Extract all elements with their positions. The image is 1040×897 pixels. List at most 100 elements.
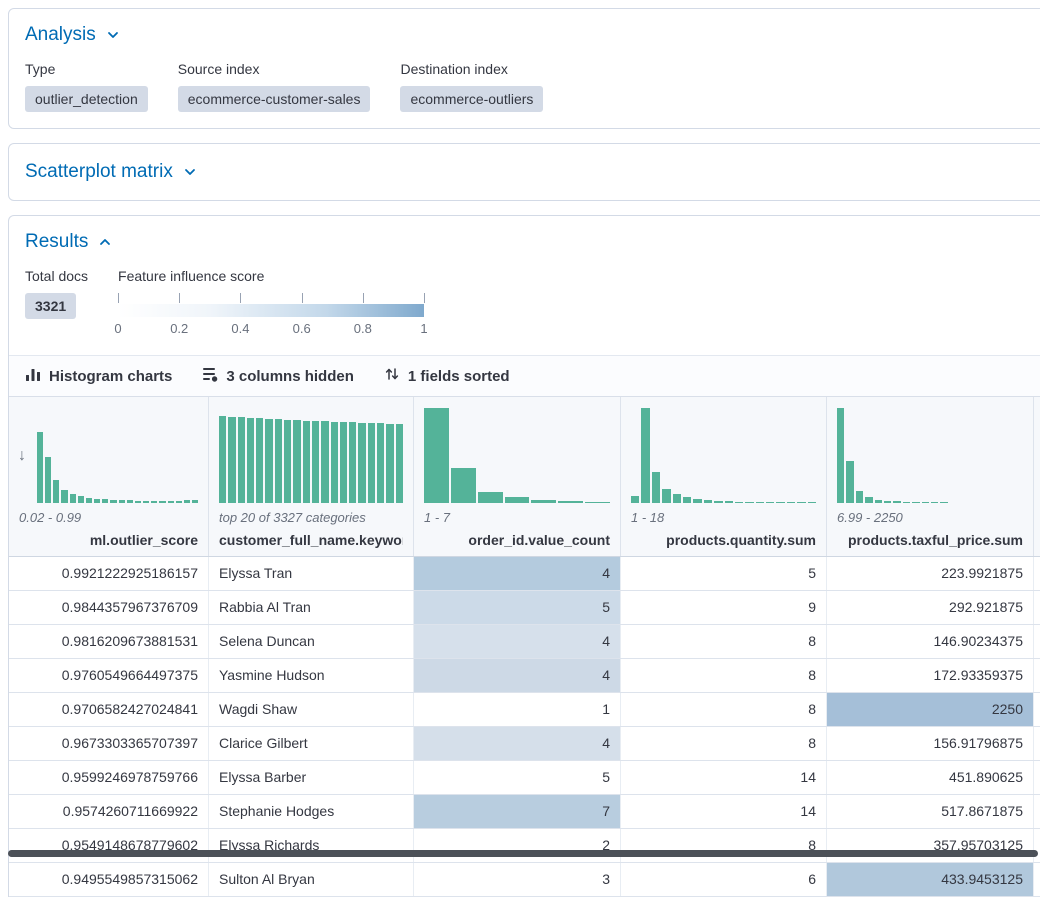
grid-cell[interactable]: 0.9599246978759766 [9, 761, 209, 794]
results-panel-title: Results [25, 230, 88, 254]
grid-cell[interactable]: Elyssa Tran [209, 557, 414, 590]
legend-tick [363, 293, 364, 303]
fields-sorted-label: 1 fields sorted [408, 368, 510, 385]
grid-cell[interactable]: 6 [621, 863, 827, 896]
total-docs-label: Total docs [25, 268, 88, 284]
grid-cell[interactable]: 0.9673303365707397 [9, 727, 209, 760]
column-histogram [219, 407, 403, 503]
horizontal-scrollbar[interactable] [8, 850, 1038, 857]
results-panel-toggle[interactable]: Results [25, 230, 1036, 254]
grid-cell[interactable]: 146.90234375 [827, 625, 1034, 658]
grid-cell[interactable]: Rabbia Al Tran [209, 591, 414, 624]
column-header-customer_full_name.keyword[interactable]: top 20 of 3327 categoriescustomer_full_n… [209, 397, 414, 556]
grid-cell[interactable]: 517.8671875 [827, 795, 1034, 828]
analysis-field-source-index: Source index ecommerce-customer-sales [178, 47, 371, 112]
columns-hidden-button[interactable]: 3 columns hidden [202, 366, 354, 386]
grid-cell[interactable]: 0.9816209673881531 [9, 625, 209, 658]
field-label: Source index [178, 61, 371, 77]
grid-cell[interactable]: 9 [621, 591, 827, 624]
grid-cell[interactable]: 4 [414, 625, 621, 658]
column-range-label: 0.02 - 0.99 [19, 510, 198, 525]
source-index-badge: ecommerce-customer-sales [178, 86, 371, 112]
grid-cell[interactable]: Stephanie Hodges [209, 795, 414, 828]
analysis-panel-toggle[interactable]: Analysis [25, 23, 1036, 47]
table-row: 0.9574260711669922Stephanie Hodges714517… [9, 795, 1040, 829]
grid-cell[interactable]: 223.9921875 [827, 557, 1034, 590]
grid-cell[interactable]: 0.9921222925186157 [9, 557, 209, 590]
grid-cell[interactable]: 8 [621, 829, 827, 862]
analysis-panel-title: Analysis [25, 23, 96, 47]
scatterplot-matrix-toggle[interactable]: Scatterplot matrix [25, 160, 1036, 184]
grid-cell[interactable]: Elyssa Barber [209, 761, 414, 794]
grid-cell[interactable]: 4 [414, 659, 621, 692]
column-range-label: 6.99 - 2250 [837, 510, 1023, 525]
analysis-panel: Analysis Type outlier_detection Source i… [8, 8, 1040, 129]
scatterplot-matrix-title: Scatterplot matrix [25, 160, 173, 184]
column-header-products.taxful_price.sum[interactable]: 6.99 - 2250products.taxful_price.sum [827, 397, 1034, 556]
grid-cell[interactable]: 3 [414, 863, 621, 896]
analysis-field-type: Type outlier_detection [25, 47, 148, 112]
results-stats: Total docs 3321 Feature influence score … [25, 268, 1036, 339]
grid-cell[interactable]: 5 [621, 557, 827, 590]
grid-cell[interactable]: 4 [414, 557, 621, 590]
legend-tick-label: 0 [114, 321, 121, 336]
legend-tick-label: 0.2 [170, 321, 188, 336]
legend-tick-label: 0.4 [231, 321, 249, 336]
chevron-down-icon [105, 27, 121, 43]
grid-cell[interactable]: 14 [621, 761, 827, 794]
analysis-field-destination-index: Destination index ecommerce-outliers [400, 47, 543, 112]
legend-tick [118, 293, 119, 303]
grid-cell[interactable]: 14 [621, 795, 827, 828]
grid-body: 0.9921222925186157Elyssa Tran45223.99218… [9, 557, 1040, 897]
legend-tick-label: 0.8 [354, 321, 372, 336]
grid-cell[interactable]: 156.91796875 [827, 727, 1034, 760]
grid-cell[interactable]: Yasmine Hudson [209, 659, 414, 692]
table-row: 0.9549148678779602Elyssa Richards28357.9… [9, 829, 1040, 863]
grid-cell[interactable]: 5 [414, 591, 621, 624]
grid-cell[interactable]: 8 [621, 659, 827, 692]
grid-cell[interactable]: Sulton Al Bryan [209, 863, 414, 896]
chevron-down-icon [182, 164, 198, 180]
grid-cell[interactable]: 1 [414, 693, 621, 726]
grid-cell[interactable]: 0.9549148678779602 [9, 829, 209, 862]
grid-cell[interactable]: Selena Duncan [209, 625, 414, 658]
grid-cell[interactable]: 433.9453125 [827, 863, 1034, 896]
grid-cell[interactable]: 451.890625 [827, 761, 1034, 794]
column-header-products.quantity.sum[interactable]: 1 - 18products.quantity.sum [621, 397, 827, 556]
grid-cell[interactable]: 8 [621, 727, 827, 760]
column-name: ml.outlier_score [19, 532, 198, 548]
grid-cell[interactable]: Elyssa Richards [209, 829, 414, 862]
feature-influence-legend: Feature influence score 00.20.40.60.81 [118, 268, 424, 339]
grid-cell[interactable]: Wagdi Shaw [209, 693, 414, 726]
column-header-ml.outlier_score[interactable]: ↓0.02 - 0.99ml.outlier_score [9, 397, 209, 556]
grid-cell[interactable]: 7 [414, 795, 621, 828]
grid-cell[interactable]: 2250 [827, 693, 1034, 726]
grid-cell[interactable]: 4 [414, 727, 621, 760]
grid-cell[interactable]: 292.921875 [827, 591, 1034, 624]
grid-cell[interactable]: 0.9706582427024841 [9, 693, 209, 726]
grid-cell[interactable]: 0.9574260711669922 [9, 795, 209, 828]
grid-cell[interactable]: 0.9760549664497375 [9, 659, 209, 692]
grid-cell[interactable]: 0.9495549857315062 [9, 863, 209, 896]
table-row: 0.9495549857315062Sulton Al Bryan36433.9… [9, 863, 1040, 897]
field-label: Destination index [400, 61, 543, 77]
table-row: 0.9844357967376709Rabbia Al Tran59292.92… [9, 591, 1040, 625]
grid-cell[interactable]: 2 [414, 829, 621, 862]
chevron-up-icon [97, 234, 113, 250]
grid-cell[interactable]: 8 [621, 625, 827, 658]
grid-cell[interactable]: 0.9844357967376709 [9, 591, 209, 624]
bar-chart-icon [25, 366, 41, 386]
histogram-charts-toggle[interactable]: Histogram charts [25, 366, 172, 386]
legend-tick [240, 293, 241, 303]
table-row: 0.9599246978759766Elyssa Barber514451.89… [9, 761, 1040, 795]
grid-cell[interactable]: 357.95703125 [827, 829, 1034, 862]
fields-sorted-button[interactable]: 1 fields sorted [384, 366, 510, 386]
ml-analytics-exploration-page: Analysis Type outlier_detection Source i… [0, 0, 1040, 897]
column-header-order_id.value_count[interactable]: 1 - 7order_id.value_count [414, 397, 621, 556]
column-histogram [631, 407, 816, 503]
grid-cell[interactable]: Clarice Gilbert [209, 727, 414, 760]
grid-cell[interactable]: 8 [621, 693, 827, 726]
grid-cell[interactable]: 172.93359375 [827, 659, 1034, 692]
grid-cell[interactable]: 5 [414, 761, 621, 794]
column-name: order_id.value_count [424, 532, 610, 548]
